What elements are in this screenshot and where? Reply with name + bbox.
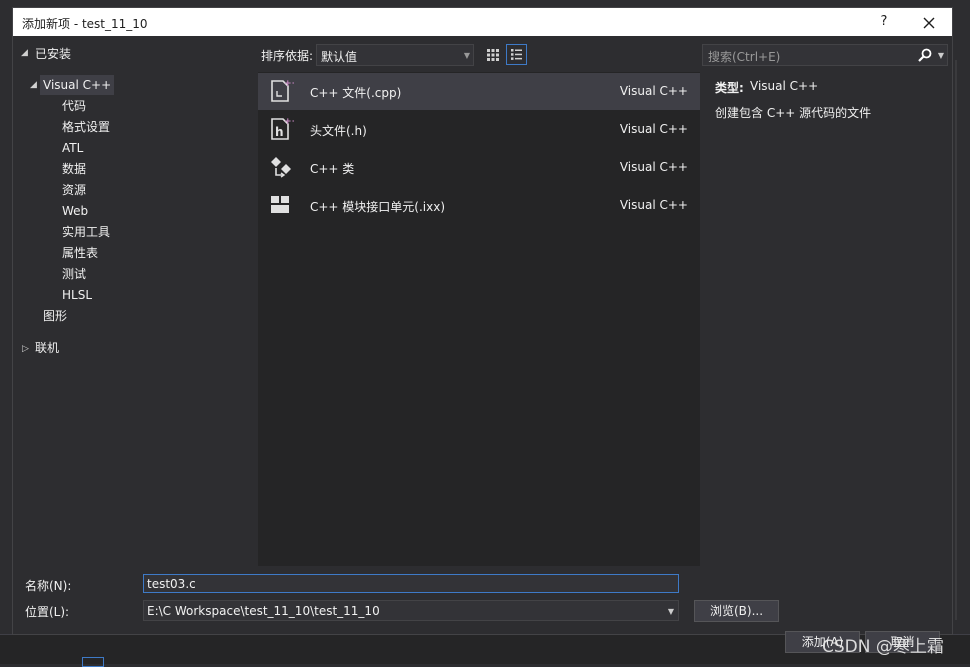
template-item-cpp-file[interactable]: ++ C++ 文件(.cpp) Visual C++ [258, 73, 700, 110]
help-button[interactable]: ? [875, 13, 893, 31]
location-dropdown[interactable]: E:\C Workspace\test_11_10\test_11_10 ▼ [143, 600, 679, 621]
background-focus-box [82, 657, 104, 667]
grid-view-icon [487, 49, 499, 61]
cpp-file-icon: ++ [271, 79, 294, 102]
close-button[interactable] [918, 12, 940, 34]
tree-item-hlsl[interactable]: HLSL [62, 285, 92, 305]
list-view-icon [511, 49, 522, 60]
location-label: 位置(L): [25, 605, 70, 619]
template-language: Visual C++ [619, 198, 688, 212]
chevron-down-icon: ▼ [463, 51, 470, 60]
template-name: C++ 类 [310, 162, 355, 176]
watermark: CSDN @寒上霜 [822, 637, 944, 657]
tree-item-resources[interactable]: 资源 [62, 180, 86, 200]
tree-item-installed[interactable]: 已安装 [35, 44, 71, 64]
svg-text:++: ++ [284, 117, 294, 127]
template-description: 创建包含 C++ 源代码的文件 [715, 106, 872, 120]
module-unit-icon [271, 196, 289, 213]
sort-value: 默认值 [321, 50, 358, 64]
type-value: Visual C++ [750, 79, 819, 93]
browse-button[interactable]: 浏览(B)... [694, 600, 779, 622]
tree-item-property-sheets[interactable]: 属性表 [62, 243, 98, 263]
template-language: Visual C++ [619, 122, 688, 136]
tree-item-graphics[interactable]: 图形 [43, 306, 67, 326]
template-name: C++ 文件(.cpp) [310, 86, 402, 100]
search-icon[interactable] [917, 47, 933, 63]
svg-text:h: h [275, 125, 284, 139]
template-language: Visual C++ [619, 84, 688, 98]
template-item-header-file[interactable]: h ++ 头文件(.h) Visual C++ [258, 111, 700, 148]
tree-item-atl[interactable]: ATL [62, 138, 83, 158]
title-bar[interactable] [13, 8, 952, 36]
chevron-down-icon[interactable]: ▼ [938, 51, 944, 60]
expanded-arrow-icon[interactable]: ◢ [30, 80, 37, 90]
expanded-arrow-icon[interactable]: ◢ [21, 48, 28, 58]
tree-item-formatting[interactable]: 格式设置 [62, 117, 110, 137]
name-input[interactable] [143, 574, 679, 593]
grid-view-button[interactable] [483, 45, 503, 65]
template-item-module-unit[interactable]: C++ 模块接口单元(.ixx) Visual C++ [258, 187, 700, 224]
template-language: Visual C++ [619, 160, 688, 174]
tree-item-test[interactable]: 测试 [62, 264, 86, 284]
collapsed-arrow-icon[interactable]: ▷ [22, 344, 29, 354]
tree-item-code[interactable]: 代码 [62, 96, 86, 116]
header-file-icon: h ++ [271, 117, 294, 140]
tree-item-data[interactable]: 数据 [62, 159, 86, 179]
chevron-down-icon: ▼ [667, 607, 674, 616]
tree-item-utility[interactable]: 实用工具 [62, 222, 110, 242]
category-tree [13, 37, 257, 567]
tree-item-visual-cpp[interactable]: Visual C++ [40, 75, 115, 95]
search-placeholder: 搜索(Ctrl+E) [708, 50, 781, 64]
name-label: 名称(N): [25, 579, 72, 593]
background-scroll-edge [955, 60, 957, 620]
svg-text:++: ++ [284, 79, 294, 89]
location-value: E:\C Workspace\test_11_10\test_11_10 [147, 604, 380, 618]
tree-item-web[interactable]: Web [62, 201, 88, 221]
template-item-cpp-class[interactable]: C++ 类 Visual C++ [258, 149, 700, 186]
type-label: 类型: [715, 81, 744, 95]
template-name: 头文件(.h) [310, 124, 367, 138]
tree-item-online[interactable]: 联机 [35, 338, 59, 358]
search-input[interactable]: 搜索(Ctrl+E) ▼ [702, 44, 948, 66]
close-icon [923, 17, 935, 29]
dialog-title: 添加新项 - test_11_10 [22, 17, 148, 31]
sort-dropdown[interactable]: 默认值 ▼ [316, 44, 474, 66]
sort-label: 排序依据: [261, 49, 314, 63]
cpp-class-icon [271, 157, 291, 178]
list-view-button[interactable] [506, 44, 527, 65]
template-name: C++ 模块接口单元(.ixx) [310, 200, 446, 214]
